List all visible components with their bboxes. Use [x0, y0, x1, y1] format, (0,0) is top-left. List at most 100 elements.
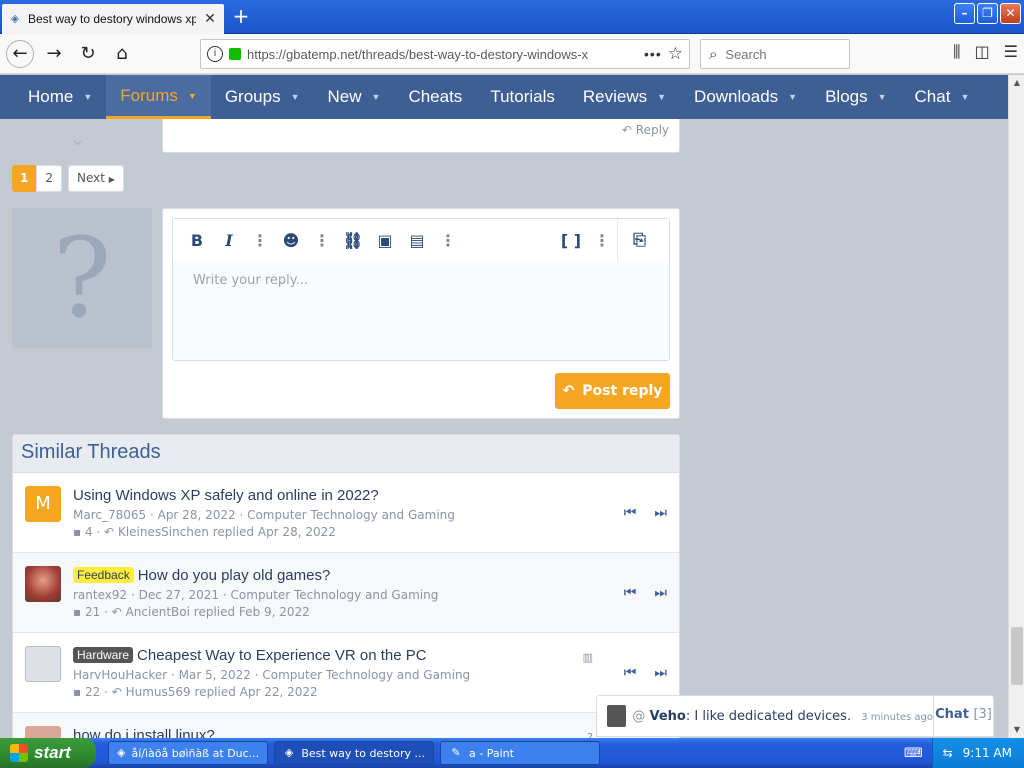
info-icon[interactable]: i: [207, 46, 223, 62]
last-reply-date[interactable]: replied Apr 28, 2022: [213, 525, 336, 539]
new-tab-button[interactable]: +: [230, 5, 252, 27]
link-icon[interactable]: ⛓: [337, 231, 369, 250]
nav-cheats[interactable]: Cheats: [394, 75, 476, 119]
page-1-button[interactable]: 1: [12, 165, 37, 192]
search-input[interactable]: ⌕ Search: [700, 39, 850, 69]
page-actions-icon[interactable]: •••: [644, 46, 662, 62]
last-poster[interactable]: AncientBoi: [126, 605, 190, 619]
last-reply-date[interactable]: replied Apr 22, 2022: [195, 685, 318, 699]
library-icon[interactable]: ⫼: [953, 42, 960, 62]
taskbar-task[interactable]: ◈ åí/ìàöå bøìñàß at Duc...: [108, 741, 268, 765]
thread-author[interactable]: rantex92: [73, 588, 127, 602]
thread-date[interactable]: Mar 5, 2022: [179, 668, 251, 682]
browser-tab[interactable]: ◈ Best way to destory windows xp ✕: [2, 4, 224, 34]
thread-title[interactable]: Using Windows XP safely and online in 20…: [73, 487, 455, 504]
thread-row[interactable]: Hardware Cheapest Way to Experience VR on…: [13, 633, 679, 713]
bold-icon[interactable]: B: [181, 231, 213, 250]
url-text[interactable]: https://gbatemp.net/threads/best-way-to-…: [247, 47, 638, 62]
thread-author[interactable]: Marc_78065: [73, 508, 146, 522]
chevron-down-icon[interactable]: ⌄: [70, 129, 85, 150]
taskbar-task[interactable]: ◈ Best way to destory ...: [274, 741, 434, 765]
nav-forums[interactable]: Forums ▼: [106, 75, 211, 119]
nav-tutorials[interactable]: Tutorials: [476, 75, 569, 119]
toggle-bbcode-icon[interactable]: [ ]: [555, 231, 587, 250]
thread-row[interactable]: how do i install linux? ?: [13, 713, 679, 738]
more-text-options-icon[interactable]: ⋮: [245, 231, 275, 250]
more-options-icon[interactable]: ⋮: [587, 231, 617, 250]
first-unread-icon[interactable]: ⏮: [624, 585, 637, 601]
thread-title[interactable]: How do you play old games?: [138, 567, 331, 584]
menu-icon[interactable]: ☰: [1004, 42, 1018, 62]
italic-icon[interactable]: I: [213, 231, 245, 250]
next-page-button[interactable]: Next ▶: [68, 165, 124, 192]
thread-row[interactable]: M Using Windows XP safely and online in …: [13, 473, 679, 553]
network-icon[interactable]: ⇆: [943, 746, 953, 760]
minimize-button[interactable]: –: [954, 3, 975, 24]
scroll-up-icon[interactable]: ▲: [1009, 75, 1024, 91]
thread-prefix-badge[interactable]: Hardware: [73, 647, 134, 663]
window-close-button[interactable]: ✕: [1000, 3, 1021, 24]
nav-downloads[interactable]: Downloads ▼: [680, 75, 811, 119]
thread-author[interactable]: HarvHouHacker: [73, 668, 167, 682]
nav-home[interactable]: Home ▼: [14, 75, 106, 119]
thread-forum[interactable]: Computer Technology and Gaming: [247, 508, 455, 522]
reply-editor[interactable]: B I ⋮ ☻ ⋮ ⛓ ▣ ▤ ⋮ [ ] ⋮ ⎘ Write your rep…: [172, 218, 670, 361]
back-button[interactable]: ←: [6, 39, 34, 68]
thread-date[interactable]: Dec 27, 2021: [139, 588, 219, 602]
last-poster[interactable]: KleinesSinchen: [118, 525, 209, 539]
chat-user[interactable]: Veho: [650, 709, 686, 724]
reply-link[interactable]: ↶ Reply: [622, 123, 669, 137]
avatar[interactable]: [25, 726, 61, 738]
clock[interactable]: 9:11 AM: [963, 746, 1012, 760]
thread-forum[interactable]: Computer Technology and Gaming: [262, 668, 470, 682]
thread-date[interactable]: Apr 28, 2022: [158, 508, 236, 522]
forward-button[interactable]: →: [40, 40, 68, 68]
last-post-icon[interactable]: ⏭: [654, 665, 667, 681]
nav-groups[interactable]: Groups ▼: [211, 75, 314, 119]
first-unread-icon[interactable]: ⏮: [624, 665, 637, 681]
thread-title[interactable]: how do i install linux?: [73, 727, 215, 738]
thread-row[interactable]: Feedback How do you play old games? rante…: [13, 553, 679, 633]
chat-toggle[interactable]: Chat [3]: [933, 695, 993, 737]
more-media-options-icon[interactable]: ⋮: [433, 231, 463, 250]
address-bar[interactable]: i https://gbatemp.net/threads/best-way-t…: [200, 39, 690, 69]
smilie-icon[interactable]: ☻: [275, 231, 307, 250]
thread-forum[interactable]: Computer Technology and Gaming: [231, 588, 439, 602]
nav-chat[interactable]: Chat ▼: [901, 75, 984, 119]
taskbar-task[interactable]: ✎ a - Paint: [440, 741, 600, 765]
bookmark-star-icon[interactable]: ☆: [668, 44, 683, 64]
image-icon[interactable]: ▣: [369, 231, 401, 250]
page-2-button[interactable]: 2: [36, 165, 62, 192]
sidebar-icon[interactable]: ◫: [975, 42, 990, 62]
last-poster[interactable]: Humus569: [126, 685, 191, 699]
nav-new[interactable]: New ▼: [314, 75, 395, 119]
first-unread-icon[interactable]: ⏮: [624, 505, 637, 521]
last-post-icon[interactable]: ⏭: [654, 585, 667, 601]
reply-placeholder[interactable]: Write your reply...: [173, 261, 669, 300]
more-insert-options-icon[interactable]: ⋮: [307, 231, 337, 250]
avatar[interactable]: [25, 646, 61, 682]
avatar[interactable]: M: [25, 486, 61, 522]
post-reply-button[interactable]: ↶ Post reply: [555, 373, 670, 409]
thread-prefix-badge[interactable]: Feedback: [73, 567, 134, 583]
scroll-thumb[interactable]: [1011, 627, 1023, 685]
preview-icon[interactable]: ⎘: [617, 219, 661, 261]
media-icon[interactable]: ▤: [401, 231, 433, 250]
reload-button[interactable]: ↻: [74, 40, 102, 68]
avatar[interactable]: [25, 566, 61, 602]
chat-bar[interactable]: @ Veho: I like dedicated devices. 3 minu…: [596, 695, 994, 737]
tab-close-icon[interactable]: ✕: [202, 11, 218, 27]
chat-avatar[interactable]: [607, 705, 627, 727]
maximize-button[interactable]: ❐: [977, 3, 998, 24]
page-scrollbar[interactable]: ▲ ▼: [1008, 75, 1024, 738]
nav-reviews[interactable]: Reviews ▼: [569, 75, 680, 119]
lock-icon[interactable]: [229, 48, 241, 60]
nav-blogs[interactable]: Blogs ▼: [811, 75, 900, 119]
start-button[interactable]: start: [0, 738, 96, 768]
home-button[interactable]: ⌂: [108, 40, 136, 68]
last-post-icon[interactable]: ⏭: [654, 505, 667, 521]
scroll-down-icon[interactable]: ▼: [1009, 722, 1024, 738]
thread-title[interactable]: Cheapest Way to Experience VR on the PC: [137, 647, 427, 664]
last-reply-date[interactable]: replied Feb 9, 2022: [194, 605, 310, 619]
keyboard-icon[interactable]: ⌨: [904, 746, 923, 761]
